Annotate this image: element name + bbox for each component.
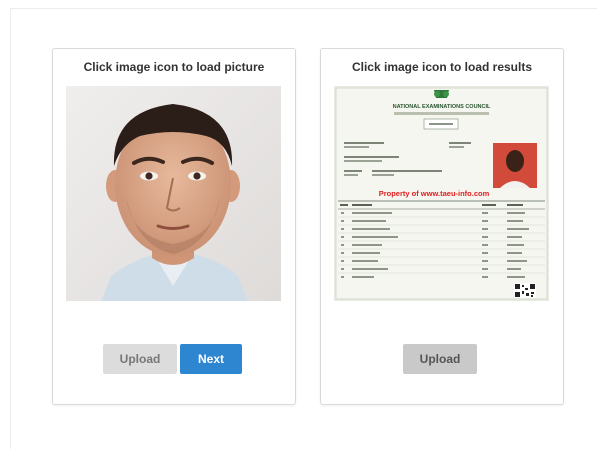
results-card: Click image icon to load results NATIONA… xyxy=(320,48,564,405)
picture-card: Click image icon to load picture Upload … xyxy=(52,48,296,405)
certificate-image: NATIONAL EXAMINATIONS COUNCIL Property o… xyxy=(334,86,549,301)
passport-photo[interactable] xyxy=(66,86,281,301)
next-button[interactable]: Next xyxy=(180,344,242,374)
picture-card-title: Click image icon to load picture xyxy=(83,60,265,74)
certificate-watermark: Property of www.taeu-info.com xyxy=(379,189,490,198)
certificate-heading: NATIONAL EXAMINATIONS COUNCIL xyxy=(393,104,491,110)
coat-of-arms-icon xyxy=(434,90,449,98)
qr-code-icon xyxy=(514,283,536,298)
result-certificate[interactable]: NATIONAL EXAMINATIONS COUNCIL Property o… xyxy=(334,86,549,301)
upload-picture-button[interactable]: Upload xyxy=(103,344,177,374)
results-card-title: Click image icon to load results xyxy=(351,60,533,74)
photo-image xyxy=(66,86,281,301)
upload-results-button[interactable]: Upload xyxy=(403,344,477,374)
